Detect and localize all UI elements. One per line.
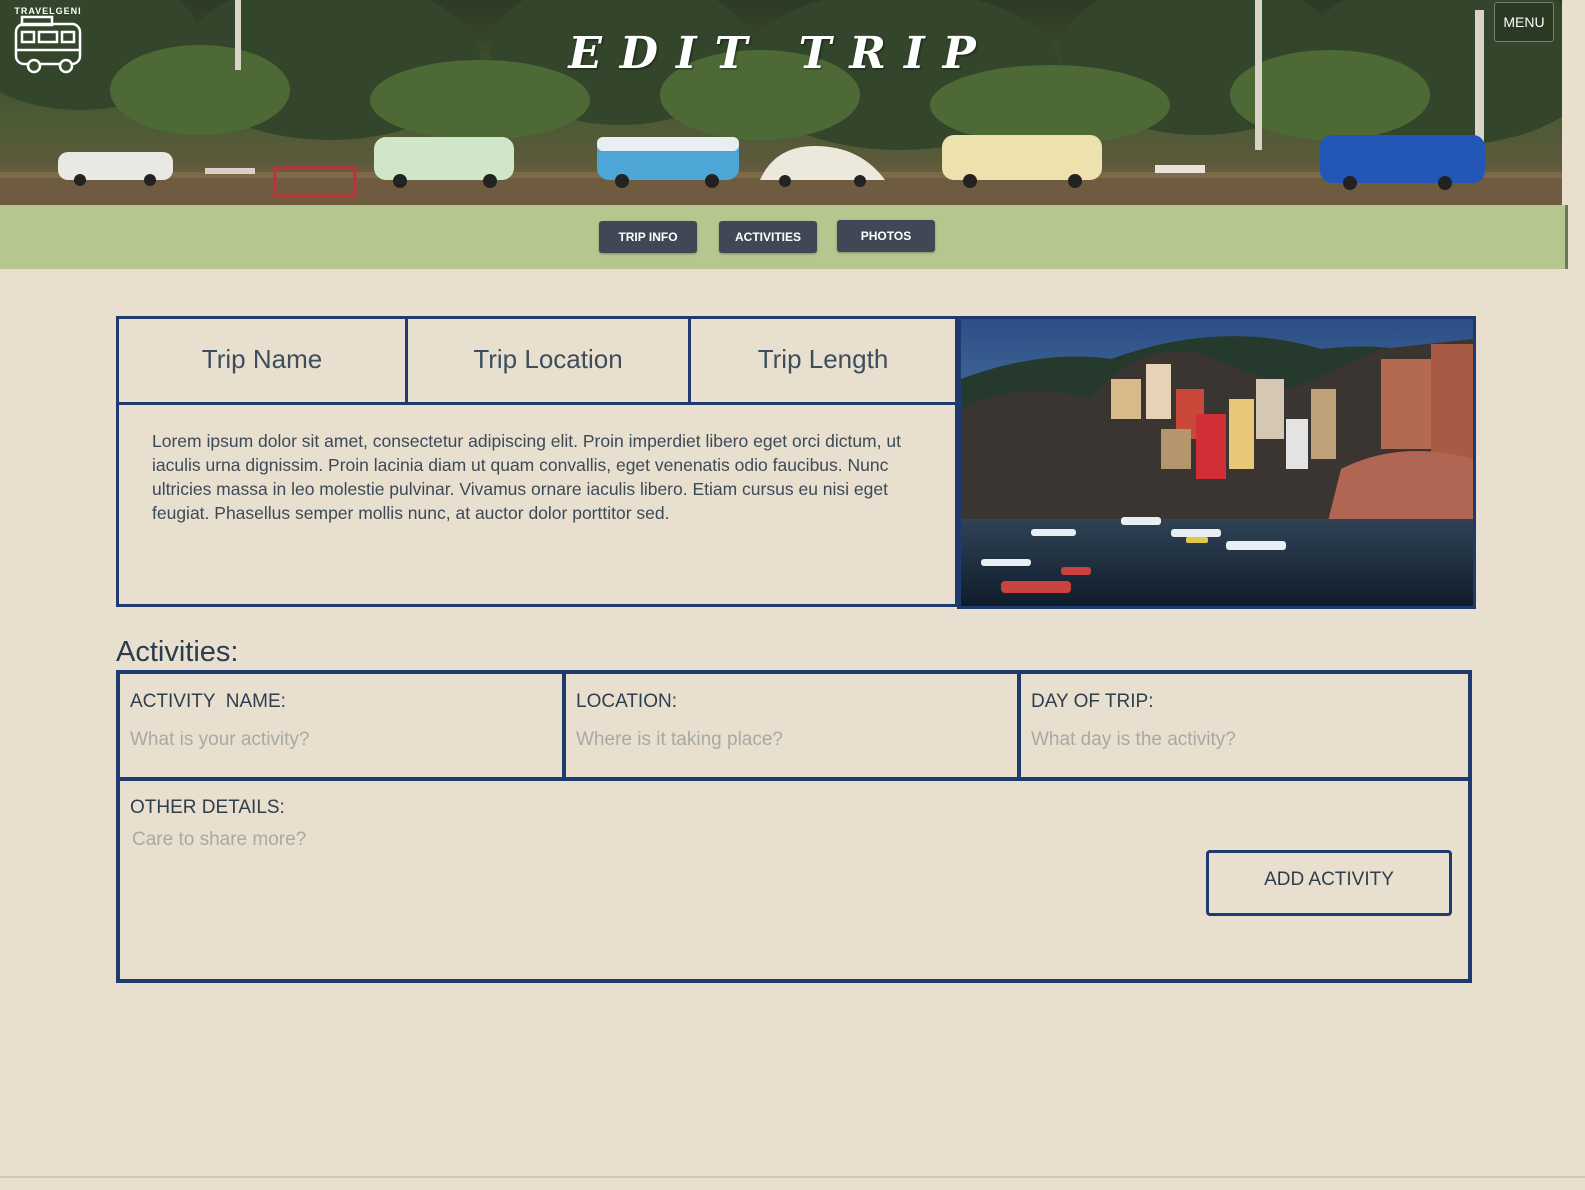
trip-cover-photo[interactable] bbox=[957, 316, 1476, 609]
page-title: EDIT TRIP bbox=[568, 28, 994, 79]
trip-info-card: Trip Name Trip Location Trip Length Lore… bbox=[116, 316, 958, 607]
activity-form: ACTIVITY NAME: LOCATION: DAY OF TRIP: OT… bbox=[116, 670, 1472, 983]
other-details-label: OTHER DETAILS: bbox=[130, 797, 285, 818]
activities-heading: Activities: bbox=[116, 636, 239, 668]
add-activity-button[interactable]: ADD ACTIVITY bbox=[1206, 850, 1452, 916]
day-of-trip-label: DAY OF TRIP: bbox=[1031, 691, 1154, 712]
trip-info-header: Trip Name Trip Location Trip Length bbox=[119, 319, 955, 405]
activity-location-input[interactable] bbox=[576, 726, 976, 754]
activity-name-label: ACTIVITY NAME: bbox=[130, 691, 286, 712]
coastal-village-image bbox=[961, 319, 1473, 606]
tab-photos[interactable]: PHOTOS bbox=[837, 220, 935, 252]
menu-button[interactable]: MENU bbox=[1494, 2, 1554, 42]
trip-location-field[interactable]: Trip Location bbox=[408, 319, 691, 402]
hero-banner: TRAVELGENI EDIT TRIP MENU bbox=[0, 0, 1562, 207]
activity-name-cell: ACTIVITY NAME: bbox=[120, 674, 566, 777]
activity-location-cell: LOCATION: bbox=[566, 674, 1021, 777]
activity-form-row: ACTIVITY NAME: LOCATION: DAY OF TRIP: bbox=[120, 674, 1468, 781]
trip-name-field[interactable]: Trip Name bbox=[119, 319, 408, 402]
activity-location-label: LOCATION: bbox=[576, 691, 677, 712]
trip-description[interactable]: Lorem ipsum dolor sit amet, consectetur … bbox=[152, 429, 947, 525]
other-details-input[interactable] bbox=[132, 829, 1132, 939]
bottom-divider bbox=[0, 1176, 1585, 1178]
section-nav: TRIP INFO ACTIVITIES PHOTOS bbox=[0, 205, 1568, 269]
trip-length-field[interactable]: Trip Length bbox=[691, 319, 955, 402]
activity-name-input[interactable] bbox=[130, 726, 530, 754]
tab-activities[interactable]: ACTIVITIES bbox=[719, 221, 817, 253]
tab-trip-info[interactable]: TRIP INFO bbox=[599, 221, 697, 253]
day-of-trip-input[interactable] bbox=[1031, 726, 1431, 754]
day-of-trip-cell: DAY OF TRIP: bbox=[1021, 674, 1468, 777]
